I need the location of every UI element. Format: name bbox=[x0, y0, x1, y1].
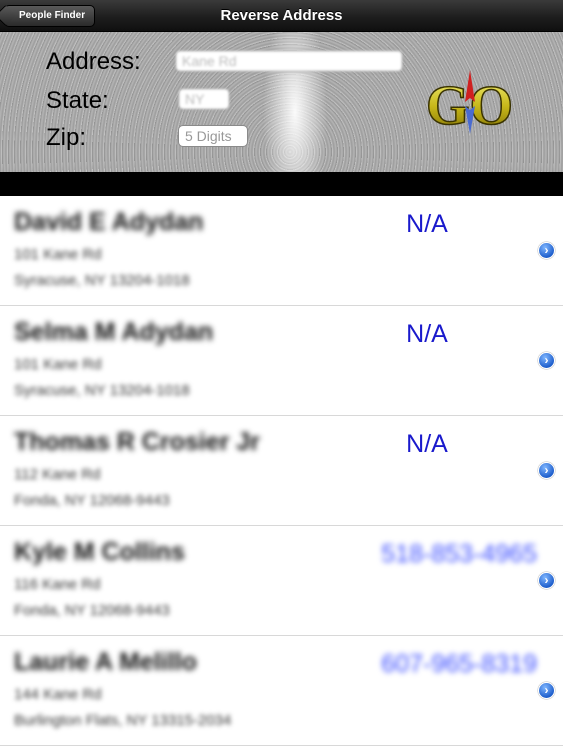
navigation-bar: People Finder Reverse Address bbox=[0, 0, 563, 32]
person-name: Thomas R Crosier Jr bbox=[14, 428, 260, 456]
list-item[interactable]: Selma M Adydan 101 Kane Rd Syracuse, NY … bbox=[0, 306, 563, 416]
person-name: David E Adydan bbox=[14, 208, 204, 236]
person-city: Burlington Flats, NY 13315-2034 bbox=[14, 712, 232, 729]
person-city: Syracuse, NY 13204-1018 bbox=[14, 272, 190, 289]
search-panel: Address: Kane Rd State: NY Zip: 5 Digits… bbox=[0, 32, 563, 172]
zip-label: Zip: bbox=[46, 124, 87, 151]
phone-number: N/A bbox=[406, 430, 448, 458]
phone-number[interactable]: 518-853-4965 bbox=[337, 540, 537, 569]
person-street: 101 Kane Rd bbox=[14, 246, 102, 263]
list-item[interactable]: Kyle M Collins 116 Kane Rd Fonda, NY 120… bbox=[0, 526, 563, 636]
compass-go-logo-icon: GO bbox=[425, 70, 514, 138]
person-city: Fonda, NY 12068-9443 bbox=[14, 492, 170, 509]
person-street: 112 Kane Rd bbox=[14, 466, 101, 483]
person-city: Fonda, NY 12068-9443 bbox=[14, 602, 170, 619]
panel-divider bbox=[0, 172, 563, 196]
list-item[interactable]: Laurie A Melillo 144 Kane Rd Burlington … bbox=[0, 636, 563, 746]
person-name: Laurie A Melillo bbox=[14, 648, 197, 676]
chevron-right-icon[interactable]: › bbox=[538, 682, 555, 699]
chevron-right-icon[interactable]: › bbox=[538, 352, 555, 369]
address-label: Address: bbox=[46, 48, 141, 75]
go-logo[interactable]: GO bbox=[422, 62, 522, 150]
chevron-right-icon[interactable]: › bbox=[538, 572, 555, 589]
phone-number[interactable]: 607-965-8319 bbox=[337, 650, 537, 679]
back-button-label: People Finder bbox=[19, 10, 86, 21]
results-list: David E Adydan 101 Kane Rd Syracuse, NY … bbox=[0, 196, 563, 746]
chevron-right-icon[interactable]: › bbox=[538, 242, 555, 259]
zip-input[interactable]: 5 Digits bbox=[178, 125, 248, 147]
phone-number: N/A bbox=[406, 210, 448, 238]
address-input[interactable]: Kane Rd bbox=[175, 50, 403, 72]
chevron-right-icon[interactable]: › bbox=[538, 462, 555, 479]
person-street: 116 Kane Rd bbox=[14, 576, 101, 593]
person-name: Selma M Adydan bbox=[14, 318, 214, 346]
phone-number: N/A bbox=[406, 320, 448, 348]
person-street: 101 Kane Rd bbox=[14, 356, 102, 373]
person-name: Kyle M Collins bbox=[14, 538, 185, 566]
state-input[interactable]: NY bbox=[178, 88, 230, 110]
list-item[interactable]: David E Adydan 101 Kane Rd Syracuse, NY … bbox=[0, 196, 563, 306]
state-label: State: bbox=[46, 87, 109, 114]
person-city: Syracuse, NY 13204-1018 bbox=[14, 382, 190, 399]
person-street: 144 Kane Rd bbox=[14, 686, 102, 703]
list-item[interactable]: Thomas R Crosier Jr 112 Kane Rd Fonda, N… bbox=[0, 416, 563, 526]
